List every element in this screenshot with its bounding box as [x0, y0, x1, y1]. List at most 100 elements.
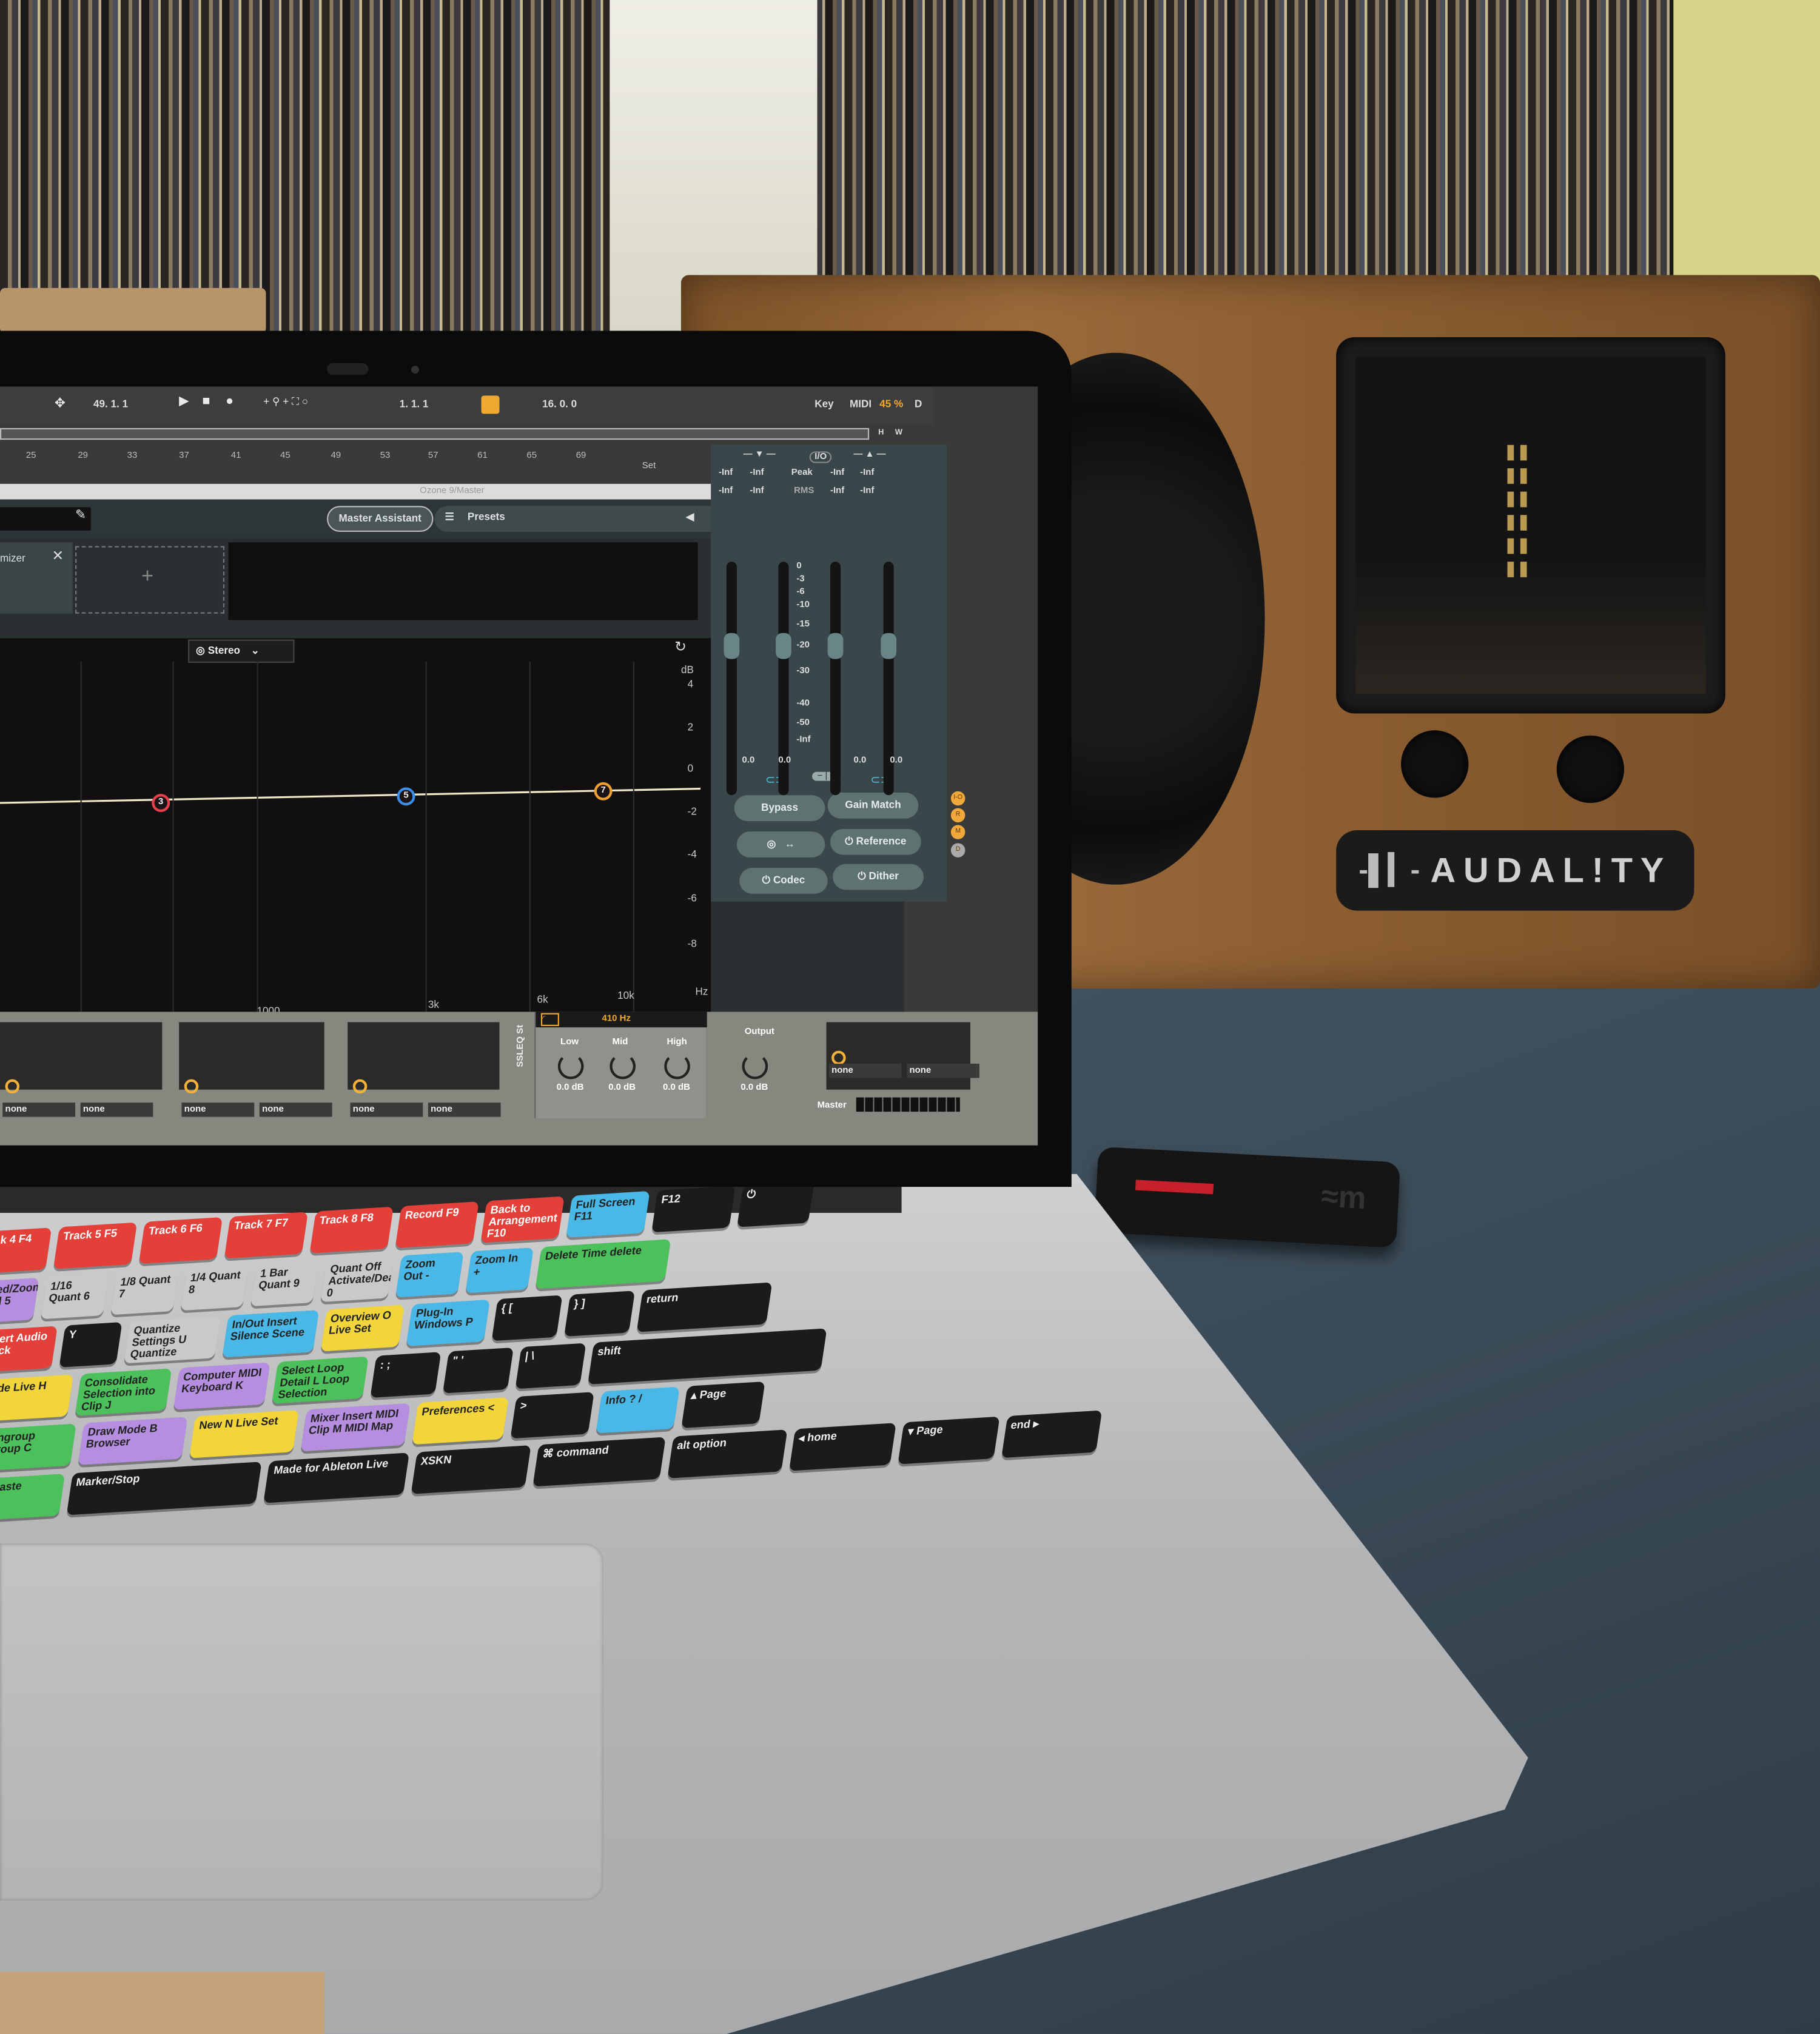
key[interactable]: shift [587, 1328, 827, 1385]
key[interactable]: Zoom In + [465, 1247, 534, 1294]
track-button-i-o[interactable]: I-O [950, 791, 965, 806]
key[interactable]: Back to Arrangement F10 [480, 1196, 565, 1243]
key[interactable]: > [510, 1392, 594, 1439]
key[interactable]: Quant Off Activate/Deactivate 0 [320, 1256, 394, 1303]
key[interactable]: Track 6 F6 [138, 1217, 223, 1264]
loop-length[interactable]: 16. 0. 0 [542, 398, 577, 410]
gain-fader[interactable] [827, 562, 844, 796]
gain-match-button[interactable]: Gain Match [827, 792, 919, 819]
gain-value[interactable]: 0.0 [778, 756, 791, 765]
key[interactable]: Preferences < [412, 1397, 509, 1445]
h-button[interactable]: H [878, 429, 884, 437]
output-dropdown[interactable]: none [80, 1103, 153, 1117]
key[interactable]: 1/16 Quant 6 [40, 1273, 109, 1320]
key[interactable]: 1/4 Quant 8 [180, 1264, 249, 1311]
chain-selector[interactable] [831, 1050, 846, 1066]
track-button-m[interactable]: M [950, 825, 965, 839]
output-dropdown[interactable]: none [428, 1103, 501, 1117]
key[interactable]: Insert Audio Track [0, 1326, 58, 1373]
gain-value[interactable]: 0.0 [853, 756, 866, 765]
previous-preset-icon[interactable]: ◀ [686, 506, 694, 529]
key[interactable]: Fixed/Zoom Grid 5 [0, 1277, 39, 1324]
dither-button[interactable]: ⏻ Dither [833, 864, 924, 890]
input-dropdown[interactable]: none [828, 1063, 902, 1078]
key[interactable]: 1/8 Quant 7 [110, 1269, 180, 1315]
bypass-button[interactable]: Bypass [734, 795, 825, 821]
key[interactable]: Hide Live H [0, 1374, 74, 1422]
key-map-button[interactable]: Key [814, 398, 833, 410]
key[interactable]: Consolidate Selection into Clip J [75, 1368, 172, 1416]
fader-handle[interactable] [881, 633, 897, 659]
overdub-icon[interactable]: + ⚲ + ⛶ ○ [263, 395, 308, 408]
key[interactable]: | \ [515, 1343, 586, 1389]
trackpad[interactable] [0, 1543, 603, 1901]
input-dropdown[interactable]: none [2, 1103, 76, 1117]
key[interactable]: F12 [651, 1186, 736, 1233]
chain-pad[interactable] [826, 1022, 970, 1090]
track-button-r[interactable]: R [950, 808, 965, 823]
key[interactable]: Select Loop Detail L Loop Selection [272, 1356, 369, 1404]
knob-high[interactable] [664, 1053, 690, 1079]
midi-map-button[interactable]: MIDI [850, 398, 871, 410]
key[interactable]: " ' [442, 1347, 514, 1394]
key[interactable]: ⏻ [737, 1181, 814, 1227]
codec-button[interactable]: ⏻ Codec [739, 867, 828, 894]
key[interactable]: Track 4 F4 [0, 1227, 52, 1275]
key[interactable]: XSKN [411, 1445, 531, 1494]
stop-icon[interactable]: ■ [203, 394, 210, 409]
output-dropdown[interactable]: none [259, 1103, 332, 1117]
loop-start[interactable]: 1. 1. 1 [400, 398, 429, 410]
key[interactable]: Made for Ableton Live [263, 1452, 410, 1503]
key[interactable]: Track 8 F8 [309, 1206, 394, 1254]
chain-selector[interactable] [184, 1079, 199, 1094]
key[interactable]: Delete Time delete [535, 1239, 671, 1289]
chain-pad[interactable] [0, 1022, 163, 1090]
track-button-d[interactable]: D [950, 843, 965, 858]
key[interactable]: : ; [370, 1352, 442, 1398]
key[interactable]: Ungroup Group C [0, 1423, 76, 1471]
key[interactable]: ⌘ command [532, 1437, 666, 1487]
key[interactable]: Track 7 F7 [224, 1212, 309, 1259]
eq-graph[interactable]: ◎ Stereo ⌄ ↻ dB 420-2-4-6-830060010003k6… [0, 638, 711, 1029]
key[interactable]: { [ [491, 1295, 563, 1341]
eq-band-node[interactable]: 7 [594, 782, 613, 801]
chain-pad[interactable] [179, 1022, 324, 1090]
key[interactable]: Draw Mode B Browser [78, 1417, 188, 1465]
key[interactable]: return [636, 1282, 773, 1332]
eq-band-node[interactable]: 3 [152, 794, 170, 813]
beat-ruler[interactable]: 25 29 33 37 41 45 49 53 57 61 65 69 [0, 451, 649, 467]
key[interactable]: New N Live Set [189, 1410, 300, 1458]
w-button[interactable]: W [895, 429, 902, 437]
key[interactable]: Track 5 F5 [53, 1222, 138, 1269]
key[interactable]: ▴ Page [681, 1381, 765, 1429]
knob-mid[interactable] [609, 1053, 636, 1079]
pencil-icon[interactable]: ✎ [75, 508, 86, 523]
reference-button[interactable]: ⏻ Reference [830, 828, 921, 855]
follow-icon[interactable]: ✥ [55, 397, 65, 412]
key[interactable]: ▾ Page [898, 1416, 999, 1465]
chain-pad[interactable] [348, 1022, 500, 1090]
output-dropdown[interactable]: none [907, 1063, 979, 1078]
key[interactable]: } ] [564, 1291, 636, 1337]
mono-swap-buttons[interactable]: ◎ ↔ [736, 831, 825, 858]
key[interactable]: Overview O Live Set [320, 1304, 405, 1352]
key[interactable]: 1 Bar Quant 9 [250, 1260, 319, 1307]
fader-handle[interactable] [724, 633, 740, 659]
fader-handle[interactable] [827, 633, 844, 659]
chain-selector[interactable] [5, 1079, 20, 1094]
key[interactable]: Mixer Insert MIDI Clip M MIDI Map [300, 1403, 411, 1452]
gain-value[interactable]: 0.0 [890, 756, 902, 765]
key[interactable]: Full Screen F11 [566, 1190, 650, 1238]
gain-fader[interactable] [724, 562, 740, 796]
key[interactable]: Plug-In Windows P [406, 1299, 491, 1346]
record-icon[interactable]: ● [226, 394, 233, 409]
key[interactable]: Marker/Stop [66, 1462, 263, 1515]
eq-band-node[interactable]: 5 [397, 787, 415, 806]
input-dropdown[interactable]: none [181, 1103, 255, 1117]
chain-selector[interactable] [352, 1079, 368, 1094]
key[interactable]: ◂ home [788, 1423, 897, 1471]
key[interactable]: Y [59, 1321, 123, 1368]
key[interactable]: Zoom Out - [395, 1252, 464, 1298]
fader-handle[interactable] [776, 633, 791, 659]
key[interactable]: end ▸ [1001, 1410, 1103, 1458]
